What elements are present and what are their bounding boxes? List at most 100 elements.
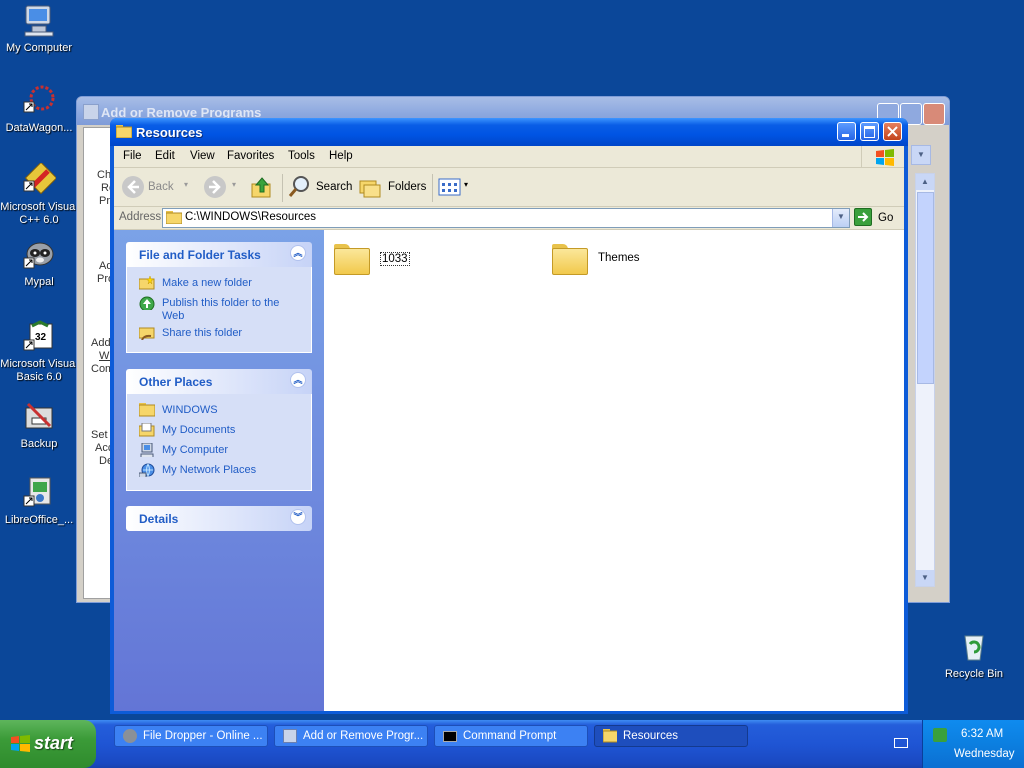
menu-favorites[interactable]: Favorites	[227, 150, 274, 162]
desktop-icon-mypal[interactable]: Mypal	[0, 238, 78, 289]
place-label: My Computer	[162, 444, 229, 456]
panel-title: Details	[139, 512, 179, 526]
views-button[interactable]: ▾	[438, 176, 472, 198]
panel-header[interactable]: Details ︾	[126, 506, 312, 531]
desktop-icon-libreoffice[interactable]: LibreOffice_...	[0, 476, 78, 527]
folder-icon	[139, 403, 155, 417]
clock-time[interactable]: 6:32 AM	[961, 728, 1003, 740]
search-button[interactable]: Search	[288, 176, 352, 198]
folders-button[interactable]: Folders	[358, 176, 426, 198]
taskbar-item-label: Command Prompt	[463, 730, 557, 742]
bg-window-scrollbar[interactable]: ▲ ▼	[915, 173, 935, 587]
scroll-thumb[interactable]	[917, 192, 934, 384]
close-button[interactable]	[883, 122, 902, 141]
taskbar-item-file-dropper[interactable]: File Dropper - Online ...	[114, 725, 268, 747]
visual-basic-icon: 32	[22, 320, 56, 354]
taskbar-item-label: File Dropper - Online ...	[143, 730, 263, 742]
bg-close-button[interactable]	[923, 103, 945, 125]
panel-body: WINDOWS My Documents My Computer My Netw…	[126, 394, 312, 491]
window-titlebar[interactable]: Resources	[110, 118, 908, 146]
folder-icon	[334, 242, 370, 275]
chevron-down-icon[interactable]: ︾	[290, 509, 306, 525]
close-icon	[887, 126, 898, 137]
file-item-1033[interactable]: 1033	[332, 240, 452, 280]
scroll-up-arrow-icon[interactable]: ▲	[916, 174, 934, 190]
start-button[interactable]: start	[0, 720, 96, 768]
mypal-raccoon-icon	[22, 238, 56, 272]
resources-explorer-window[interactable]: Resources File Edit View Favorites Tools…	[110, 118, 908, 714]
address-field[interactable]: C:\WINDOWS\Resources ▼	[162, 208, 850, 228]
folders-icon	[359, 180, 381, 198]
clock-day: Wednesday	[954, 748, 1015, 760]
windows-flag-logo-icon	[861, 146, 904, 167]
menu-help[interactable]: Help	[329, 150, 353, 162]
taskbar-item-resources[interactable]: Resources	[594, 725, 748, 747]
back-arrow-icon	[122, 176, 144, 198]
minimize-button[interactable]	[837, 122, 856, 141]
forward-dropdown-arrow-icon[interactable]: ▾	[232, 180, 236, 189]
network-globe-icon	[139, 463, 155, 477]
menu-edit[interactable]: Edit	[155, 150, 175, 162]
panel-header[interactable]: File and Folder Tasks ︽	[126, 242, 312, 267]
back-label: Back	[148, 181, 174, 193]
bg-window-app-icon	[83, 104, 99, 120]
taskbar-item-add-remove[interactable]: Add or Remove Progr...	[274, 725, 428, 747]
toolbar-separator	[432, 174, 433, 202]
desktop-icon-backup[interactable]: Backup	[0, 400, 78, 451]
chevron-up-icon[interactable]: ︽	[290, 245, 306, 261]
desktop-icon-label: DataWagon...	[5, 122, 73, 134]
desktop-icon-visual-cpp[interactable]: Microsoft Visual C++ 6.0	[0, 161, 78, 227]
forward-button[interactable]: ▾	[202, 176, 242, 198]
desktop-icon-visual-basic[interactable]: 32 Microsoft Visual Basic 6.0	[0, 320, 78, 384]
windows-flag-icon	[11, 735, 30, 752]
toolbar-separator	[282, 174, 283, 202]
desktop-icon-my-computer[interactable]: My Computer	[0, 4, 78, 55]
back-button[interactable]: Back ▾	[120, 176, 188, 198]
folder-icon	[552, 242, 588, 275]
desktop-icon-datawagon[interactable]: DataWagon...	[0, 84, 78, 135]
address-label: Address	[119, 211, 162, 223]
folder-title-icon	[115, 125, 133, 139]
folder-content-view[interactable]: 1033 Themes	[324, 230, 904, 711]
address-dropdown-button[interactable]: ▼	[832, 209, 849, 227]
scroll-down-arrow-icon[interactable]: ▼	[916, 570, 934, 586]
menu-view[interactable]: View	[190, 150, 215, 162]
standard-toolbar: Back ▾ ▾ Search Folders ▾	[114, 168, 904, 207]
panel-header[interactable]: Other Places ︽	[126, 369, 312, 394]
maximize-button[interactable]	[860, 122, 879, 141]
add-remove-programs-icon	[283, 729, 297, 743]
panel-body: Make a new folder Publish this folder to…	[126, 267, 312, 353]
menu-file[interactable]: File	[123, 150, 142, 162]
search-label: Search	[316, 181, 353, 193]
network-tray-icon[interactable]	[933, 728, 947, 742]
svg-text:32: 32	[35, 332, 47, 343]
desktop-icon-label: Microsoft Visual Basic 6.0	[0, 358, 78, 383]
desktop-icon-label: Mypal	[24, 276, 54, 288]
taskbar: start File Dropper - Online ... Add or R…	[0, 720, 1024, 768]
recycle-bin-icon	[957, 630, 991, 664]
views-dropdown-arrow-icon: ▾	[464, 180, 469, 189]
chevron-up-icon[interactable]: ︽	[290, 372, 306, 388]
datawagon-icon	[22, 84, 56, 118]
bg-window-dropdown-button[interactable]: ▼	[911, 145, 931, 165]
forward-arrow-icon	[204, 176, 226, 198]
my-computer-icon	[140, 443, 154, 457]
back-dropdown-arrow-icon[interactable]: ▾	[184, 180, 188, 189]
taskbar-item-command-prompt[interactable]: Command Prompt	[434, 725, 588, 747]
file-item-themes[interactable]: Themes	[550, 240, 670, 280]
mypal-raccoon-icon	[123, 729, 137, 743]
menu-tools[interactable]: Tools	[288, 150, 315, 162]
visual-cpp-icon	[22, 161, 58, 197]
task-label: Make a new folder	[162, 277, 252, 289]
go-button[interactable]: Go	[854, 208, 900, 228]
my-documents-icon	[139, 423, 155, 437]
libreoffice-installer-icon	[22, 476, 56, 510]
my-computer-icon	[22, 4, 56, 38]
up-folder-button[interactable]	[250, 176, 276, 198]
window-title: Resources	[136, 125, 203, 140]
desktop-icon-recycle-bin[interactable]: Recycle Bin	[940, 630, 1008, 680]
keyboard-tray-icon[interactable]	[894, 738, 908, 748]
folder-icon	[166, 211, 182, 224]
backup-icon	[22, 400, 56, 434]
search-icon	[288, 176, 309, 197]
